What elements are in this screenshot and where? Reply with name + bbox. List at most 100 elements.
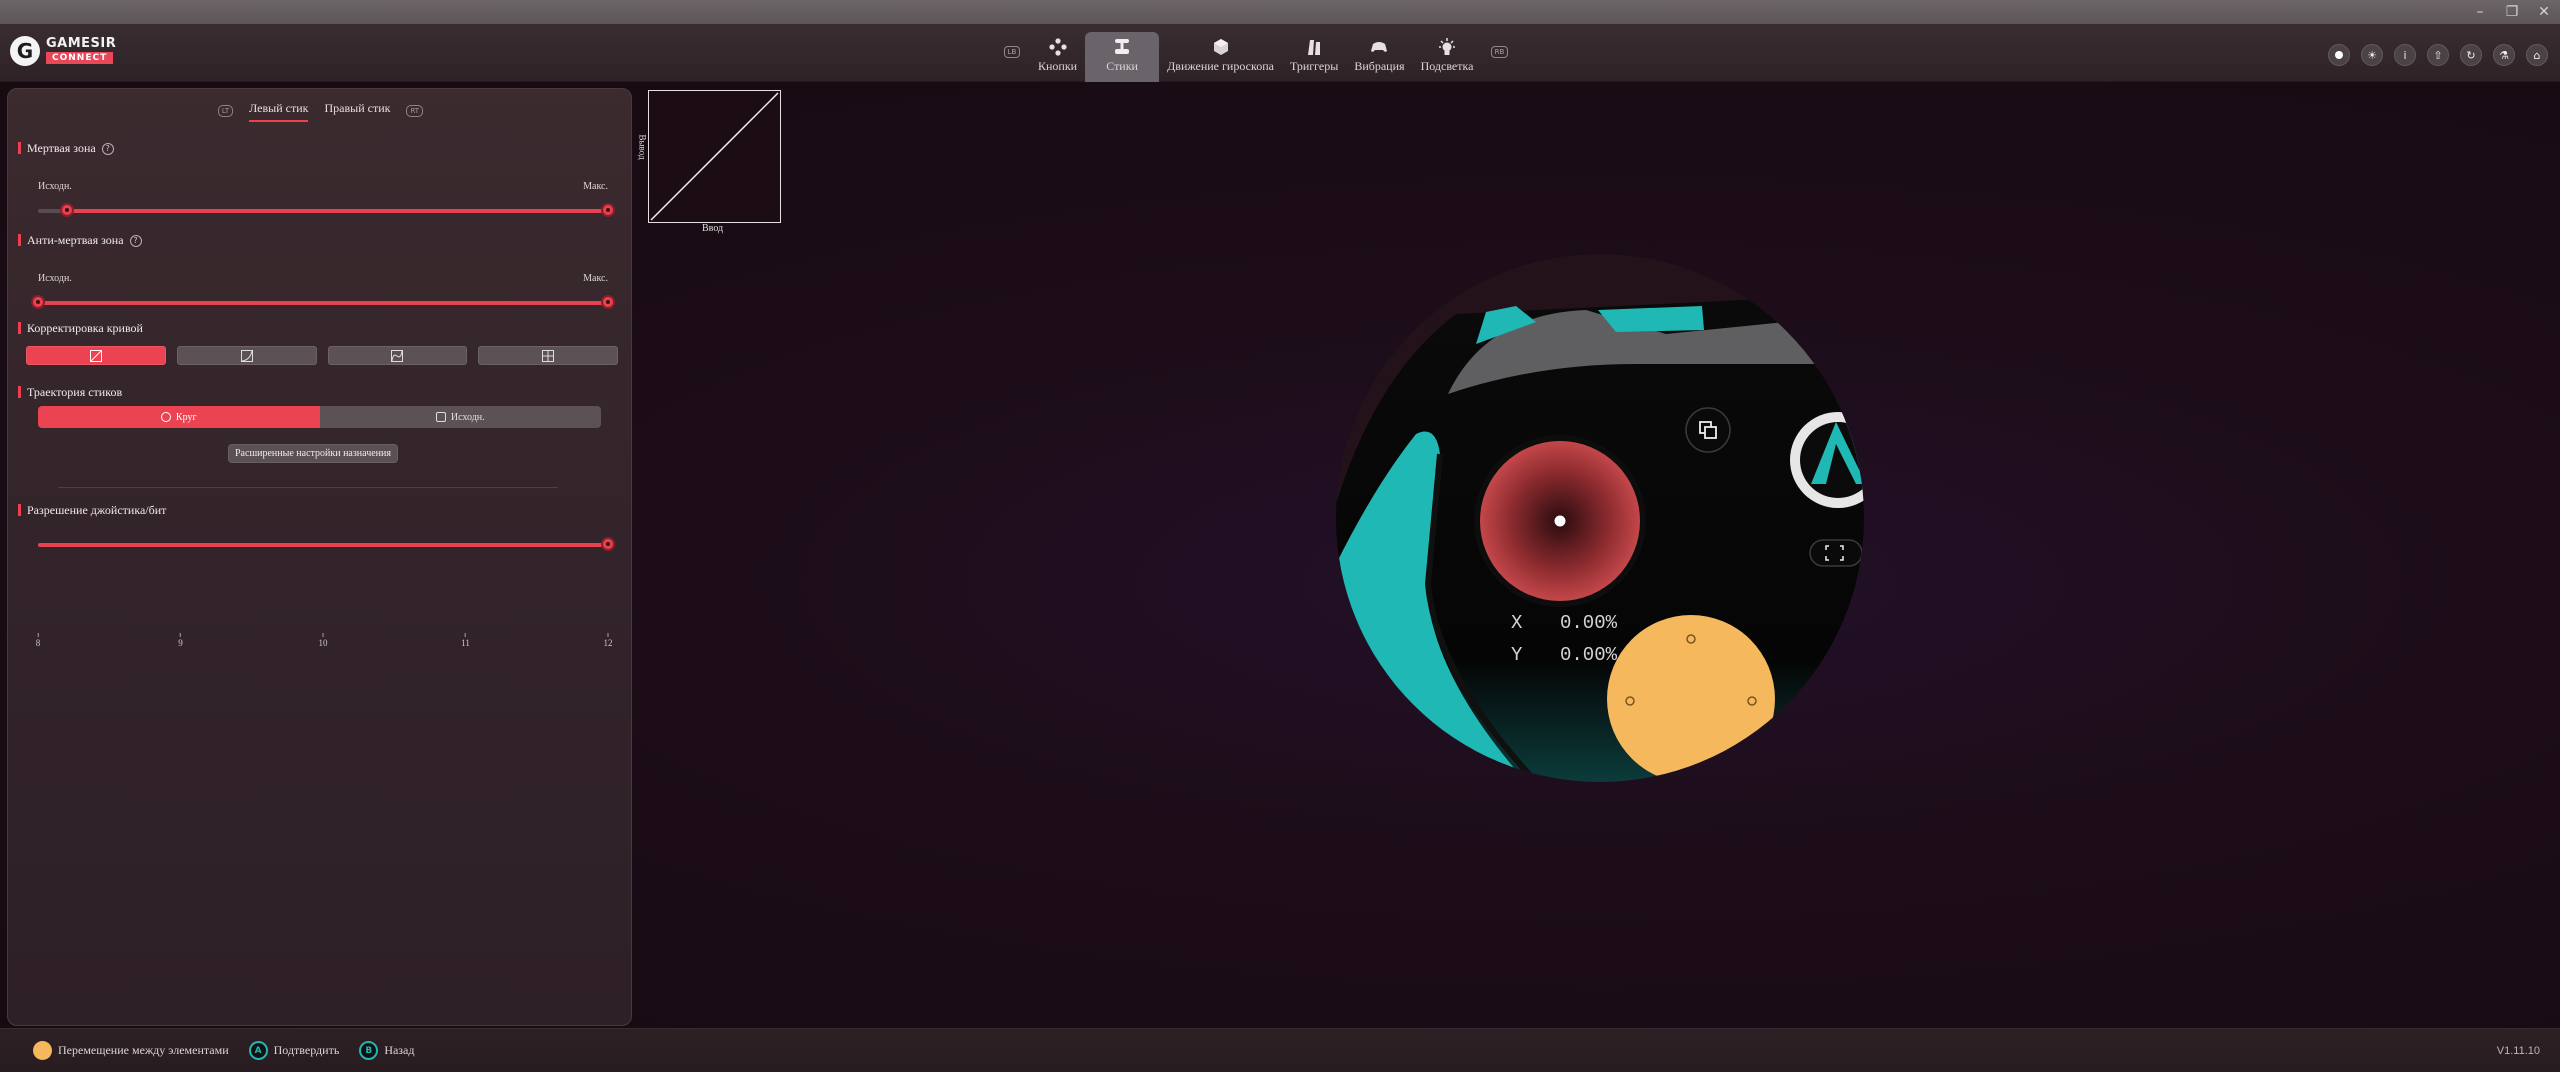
tab-vibration[interactable]: Вибрация <box>1346 32 1412 84</box>
lb-icon: LB <box>1003 46 1021 58</box>
resolution-tick-label: 11 <box>461 633 470 648</box>
lt-icon[interactable]: LT <box>217 104 234 117</box>
tab-label: Кнопки <box>1038 59 1078 73</box>
info-icon[interactable]: i <box>2394 44 2416 66</box>
stick-x-label: X <box>1511 612 1523 634</box>
circle-icon <box>160 412 171 422</box>
deadzone-info-icon[interactable]: ? <box>101 142 114 155</box>
resolution-tick-label: 12 <box>604 633 613 648</box>
deadzone-min-handle[interactable] <box>59 203 74 217</box>
resolution-title: Разрешение джойстика/бит <box>18 503 166 518</box>
app-logo: G GAMESIR CONNECT <box>10 36 116 66</box>
minimize-icon[interactable]: – <box>2464 0 2496 24</box>
deadzone-min-label: Исходн. <box>38 181 72 192</box>
stick-settings-panel: LT Левый стик Правый стик RT Мертвая зон… <box>7 88 632 1026</box>
restore-icon[interactable]: ❐ <box>2496 0 2528 24</box>
logo-text-line1: GAMESIR <box>46 36 117 51</box>
tab-lighting[interactable]: Подсветка <box>1413 32 1482 84</box>
stick-y-value: 0.00% <box>1560 644 1618 666</box>
left-stick-icon <box>33 1041 52 1060</box>
light-icon <box>1437 38 1457 56</box>
tab-label: Движение гироскопа <box>1167 59 1274 73</box>
resolution-tick-label: 10 <box>319 633 328 648</box>
linear-curve-button[interactable] <box>26 346 166 365</box>
tab-label: Вибрация <box>1354 59 1405 73</box>
trajectory-toggle: Круг Исходн. <box>38 406 601 428</box>
b-button-icon: B <box>359 1041 379 1060</box>
nav-prev-bumper[interactable]: LB <box>994 32 1030 72</box>
custom-curve-button[interactable] <box>478 346 618 365</box>
upload-icon[interactable]: ⇧ <box>2427 44 2449 66</box>
deadzone-max-handle[interactable] <box>601 203 615 217</box>
logo-mark-icon: G <box>10 36 40 66</box>
exponential-curve-button[interactable] <box>176 346 317 365</box>
hint-navigate: Перемещение между элементами <box>33 1041 229 1060</box>
trajectory-default-option[interactable]: Исходн. <box>319 406 601 428</box>
anti-deadzone-fill <box>38 301 608 305</box>
controller-preview: X 0.00% Y 0.00% <box>1336 254 1864 782</box>
anti-deadzone-min-handle[interactable] <box>31 295 45 309</box>
lab-icon[interactable]: ⚗ <box>2493 44 2515 66</box>
curve-options <box>26 346 618 365</box>
anti-deadzone-range-labels: Исходн. Макс. <box>38 273 608 284</box>
trigger-icon <box>1304 38 1324 56</box>
advanced-mapping-button[interactable]: Расширенные настройки назначения <box>228 444 398 463</box>
tab-triggers[interactable]: Триггеры <box>1282 32 1346 84</box>
linear-curve-icon <box>89 349 102 362</box>
record-icon[interactable] <box>2328 44 2350 66</box>
app-version: V1.11.10 <box>2496 1044 2540 1057</box>
refresh-icon[interactable]: ↻ <box>2460 44 2482 66</box>
deadzone-slider[interactable] <box>38 203 615 219</box>
buttons-icon <box>1048 38 1068 56</box>
tab-right-stick[interactable]: Правый стик <box>324 101 390 120</box>
joystick-icon <box>1112 38 1132 56</box>
graph-xlabel: Ввод <box>702 223 724 234</box>
resolution-tick-label: 8 <box>36 633 41 648</box>
tab-label: Стики <box>1106 59 1138 73</box>
deadzone-range-labels: Исходн. Макс. <box>38 181 608 192</box>
response-curve-graph <box>648 90 781 223</box>
anti-deadzone-title: Анти-мертвая зона ? <box>18 233 142 248</box>
trajectory-circle-option[interactable]: Круг <box>38 406 320 428</box>
square-icon <box>435 412 446 422</box>
anti-deadzone-max-label: Макс. <box>583 273 608 284</box>
tab-label: Триггеры <box>1289 59 1339 73</box>
tab-gyro[interactable]: Движение гироскопа <box>1159 32 1282 84</box>
gyro-icon <box>1211 38 1231 56</box>
section-divider <box>58 487 558 488</box>
rb-icon: RB <box>1490 46 1509 58</box>
logo-text-line2: CONNECT <box>46 52 114 64</box>
tab-sticks[interactable]: Стики <box>1085 32 1160 85</box>
footer-hints: Перемещение между элементами A Подтверди… <box>0 1028 2560 1072</box>
rt-icon[interactable]: RT <box>406 104 424 117</box>
hint-back: B Назад <box>359 1041 414 1060</box>
nav-next-bumper[interactable]: RB <box>1481 32 1517 72</box>
s-curve-icon <box>391 349 404 362</box>
brightness-icon[interactable]: ☀ <box>2361 44 2383 66</box>
custom-curve-icon <box>542 349 555 362</box>
resolution-fill <box>38 543 608 547</box>
stick-y-label: Y <box>1511 644 1523 666</box>
resolution-slider[interactable] <box>38 537 615 553</box>
tab-left-stick[interactable]: Левый стик <box>249 101 309 122</box>
graph-ylabel: Вывод <box>637 134 648 160</box>
deadzone-title: Мертвая зона ? <box>18 141 114 156</box>
resolution-handle[interactable] <box>601 537 615 551</box>
home-icon[interactable]: ⌂ <box>2526 44 2548 66</box>
tab-buttons[interactable]: Кнопки <box>1030 32 1085 84</box>
tab-label: Подсветка <box>1420 59 1474 73</box>
deadzone-max-label: Макс. <box>583 181 608 192</box>
stick-tabs: LT Левый стик Правый стик RT <box>8 101 633 122</box>
close-icon[interactable]: ✕ <box>2528 0 2560 24</box>
anti-deadzone-info-icon[interactable]: ? <box>129 234 142 247</box>
anti-deadzone-max-handle[interactable] <box>601 295 615 309</box>
curve-title: Корректировка кривой <box>18 321 143 336</box>
exponential-curve-icon <box>240 349 253 362</box>
s-curve-button[interactable] <box>327 346 468 365</box>
resolution-tick-label: 9 <box>178 633 183 648</box>
resolution-ticks: 8 9 10 11 12 <box>36 633 613 649</box>
anti-deadzone-slider[interactable] <box>31 295 615 311</box>
toolbar: ☀ i ⇧ ↻ ⚗ ⌂ <box>2328 44 2548 66</box>
deadzone-fill <box>66 209 608 213</box>
anti-deadzone-min-label: Исходн. <box>38 273 72 284</box>
